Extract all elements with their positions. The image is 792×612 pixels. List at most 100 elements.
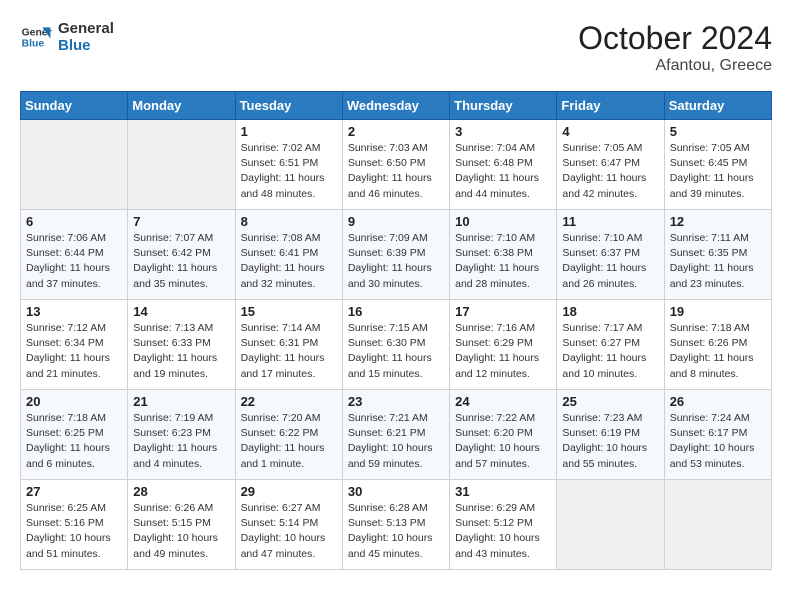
calendar-cell: 22 Sunrise: 7:20 AM Sunset: 6:22 PM Dayli… (235, 390, 342, 480)
day-info: Sunrise: 7:18 AM Sunset: 6:25 PM Dayligh… (26, 411, 122, 472)
day-info: Sunrise: 7:22 AM Sunset: 6:20 PM Dayligh… (455, 411, 551, 472)
day-number: 24 (455, 394, 551, 409)
day-number: 15 (241, 304, 337, 319)
calendar-week-3: 13 Sunrise: 7:12 AM Sunset: 6:34 PM Dayli… (21, 300, 772, 390)
day-number: 21 (133, 394, 229, 409)
day-number: 23 (348, 394, 444, 409)
day-number: 10 (455, 214, 551, 229)
day-info: Sunrise: 7:05 AM Sunset: 6:45 PM Dayligh… (670, 141, 766, 202)
calendar-week-2: 6 Sunrise: 7:06 AM Sunset: 6:44 PM Daylig… (21, 210, 772, 300)
day-number: 18 (562, 304, 658, 319)
day-info: Sunrise: 7:04 AM Sunset: 6:48 PM Dayligh… (455, 141, 551, 202)
day-number: 17 (455, 304, 551, 319)
day-info: Sunrise: 7:10 AM Sunset: 6:37 PM Dayligh… (562, 231, 658, 292)
day-number: 12 (670, 214, 766, 229)
calendar-cell: 2Sunrise: 7:03 AM Sunset: 6:50 PM Daylig… (342, 120, 449, 210)
day-number: 11 (562, 214, 658, 229)
day-info: Sunrise: 7:20 AM Sunset: 6:22 PM Dayligh… (241, 411, 337, 472)
calendar-cell: 7Sunrise: 7:07 AM Sunset: 6:42 PM Daylig… (128, 210, 235, 300)
calendar-cell: 19Sunrise: 7:18 AM Sunset: 6:26 PM Dayli… (664, 300, 771, 390)
day-info: Sunrise: 6:29 AM Sunset: 5:12 PM Dayligh… (455, 501, 551, 562)
calendar-cell: 30 Sunrise: 6:28 AM Sunset: 5:13 PM Dayli… (342, 480, 449, 570)
logo-icon: General Blue (20, 21, 52, 53)
calendar-table: SundayMondayTuesdayWednesdayThursdayFrid… (20, 91, 772, 570)
calendar-cell: 15 Sunrise: 7:14 AM Sunset: 6:31 PM Dayli… (235, 300, 342, 390)
calendar-cell: 24 Sunrise: 7:22 AM Sunset: 6:20 PM Dayli… (450, 390, 557, 480)
day-number: 22 (241, 394, 337, 409)
day-info: Sunrise: 7:15 AM Sunset: 6:30 PM Dayligh… (348, 321, 444, 382)
title-block: October 2024 Afantou, Greece (578, 20, 772, 75)
day-number: 4 (562, 124, 658, 139)
day-number: 13 (26, 304, 122, 319)
day-number: 26 (670, 394, 766, 409)
calendar-cell: 20 Sunrise: 7:18 AM Sunset: 6:25 PM Dayli… (21, 390, 128, 480)
header-day-wednesday: Wednesday (342, 92, 449, 120)
calendar-cell: 18Sunrise: 7:17 AM Sunset: 6:27 PM Dayli… (557, 300, 664, 390)
calendar-cell: 12Sunrise: 7:11 AM Sunset: 6:35 PM Dayli… (664, 210, 771, 300)
calendar-cell (557, 480, 664, 570)
day-info: Sunrise: 6:25 AM Sunset: 5:16 PM Dayligh… (26, 501, 122, 562)
day-info: Sunrise: 7:13 AM Sunset: 6:33 PM Dayligh… (133, 321, 229, 382)
day-info: Sunrise: 7:23 AM Sunset: 6:19 PM Dayligh… (562, 411, 658, 472)
day-number: 19 (670, 304, 766, 319)
day-number: 3 (455, 124, 551, 139)
day-info: Sunrise: 7:12 AM Sunset: 6:34 PM Dayligh… (26, 321, 122, 382)
calendar-cell: 13 Sunrise: 7:12 AM Sunset: 6:34 PM Dayli… (21, 300, 128, 390)
day-info: Sunrise: 7:02 AM Sunset: 6:51 PM Dayligh… (241, 141, 337, 202)
calendar-cell: 25 Sunrise: 7:23 AM Sunset: 6:19 PM Dayli… (557, 390, 664, 480)
day-info: Sunrise: 7:14 AM Sunset: 6:31 PM Dayligh… (241, 321, 337, 382)
day-number: 30 (348, 484, 444, 499)
svg-text:Blue: Blue (22, 39, 45, 50)
location-subtitle: Afantou, Greece (578, 57, 772, 75)
logo: General Blue GeneralBlue (20, 20, 114, 54)
day-number: 1 (241, 124, 337, 139)
calendar-week-5: 27 Sunrise: 6:25 AM Sunset: 5:16 PM Dayli… (21, 480, 772, 570)
calendar-cell: 8Sunrise: 7:08 AM Sunset: 6:41 PM Daylig… (235, 210, 342, 300)
day-info: Sunrise: 7:10 AM Sunset: 6:38 PM Dayligh… (455, 231, 551, 292)
day-info: Sunrise: 7:09 AM Sunset: 6:39 PM Dayligh… (348, 231, 444, 292)
calendar-week-4: 20 Sunrise: 7:18 AM Sunset: 6:25 PM Dayli… (21, 390, 772, 480)
day-number: 2 (348, 124, 444, 139)
day-number: 25 (562, 394, 658, 409)
day-number: 20 (26, 394, 122, 409)
day-info: Sunrise: 7:16 AM Sunset: 6:29 PM Dayligh… (455, 321, 551, 382)
day-number: 31 (455, 484, 551, 499)
day-info: Sunrise: 7:21 AM Sunset: 6:21 PM Dayligh… (348, 411, 444, 472)
day-number: 9 (348, 214, 444, 229)
calendar-cell: 11 Sunrise: 7:10 AM Sunset: 6:37 PM Dayli… (557, 210, 664, 300)
calendar-header-row: SundayMondayTuesdayWednesdayThursdayFrid… (21, 92, 772, 120)
day-info: Sunrise: 7:05 AM Sunset: 6:47 PM Dayligh… (562, 141, 658, 202)
calendar-cell (128, 120, 235, 210)
day-number: 5 (670, 124, 766, 139)
calendar-cell: 14Sunrise: 7:13 AM Sunset: 6:33 PM Dayli… (128, 300, 235, 390)
calendar-cell: 9 Sunrise: 7:09 AM Sunset: 6:39 PM Daylig… (342, 210, 449, 300)
calendar-cell: 3 Sunrise: 7:04 AM Sunset: 6:48 PM Daylig… (450, 120, 557, 210)
calendar-cell: 21 Sunrise: 7:19 AM Sunset: 6:23 PM Dayli… (128, 390, 235, 480)
day-number: 16 (348, 304, 444, 319)
day-info: Sunrise: 7:07 AM Sunset: 6:42 PM Dayligh… (133, 231, 229, 292)
calendar-cell: 1 Sunrise: 7:02 AM Sunset: 6:51 PM Daylig… (235, 120, 342, 210)
day-number: 28 (133, 484, 229, 499)
day-info: Sunrise: 6:27 AM Sunset: 5:14 PM Dayligh… (241, 501, 337, 562)
calendar-cell (21, 120, 128, 210)
day-info: Sunrise: 7:19 AM Sunset: 6:23 PM Dayligh… (133, 411, 229, 472)
day-number: 27 (26, 484, 122, 499)
logo-text: GeneralBlue (58, 20, 114, 54)
day-number: 6 (26, 214, 122, 229)
header-day-thursday: Thursday (450, 92, 557, 120)
calendar-cell: 31 Sunrise: 6:29 AM Sunset: 5:12 PM Dayli… (450, 480, 557, 570)
day-info: Sunrise: 6:28 AM Sunset: 5:13 PM Dayligh… (348, 501, 444, 562)
day-info: Sunrise: 7:06 AM Sunset: 6:44 PM Dayligh… (26, 231, 122, 292)
day-info: Sunrise: 6:26 AM Sunset: 5:15 PM Dayligh… (133, 501, 229, 562)
calendar-cell: 29Sunrise: 6:27 AM Sunset: 5:14 PM Dayli… (235, 480, 342, 570)
calendar-cell: 10 Sunrise: 7:10 AM Sunset: 6:38 PM Dayli… (450, 210, 557, 300)
calendar-cell: 16 Sunrise: 7:15 AM Sunset: 6:30 PM Dayli… (342, 300, 449, 390)
calendar-cell: 23 Sunrise: 7:21 AM Sunset: 6:21 PM Dayli… (342, 390, 449, 480)
calendar-cell: 26 Sunrise: 7:24 AM Sunset: 6:17 PM Dayli… (664, 390, 771, 480)
header-day-friday: Friday (557, 92, 664, 120)
calendar-cell: 17 Sunrise: 7:16 AM Sunset: 6:29 PM Dayli… (450, 300, 557, 390)
header-day-monday: Monday (128, 92, 235, 120)
day-info: Sunrise: 7:24 AM Sunset: 6:17 PM Dayligh… (670, 411, 766, 472)
page-header: General Blue GeneralBlue October 2024 Af… (20, 20, 772, 75)
calendar-cell: 28 Sunrise: 6:26 AM Sunset: 5:15 PM Dayli… (128, 480, 235, 570)
